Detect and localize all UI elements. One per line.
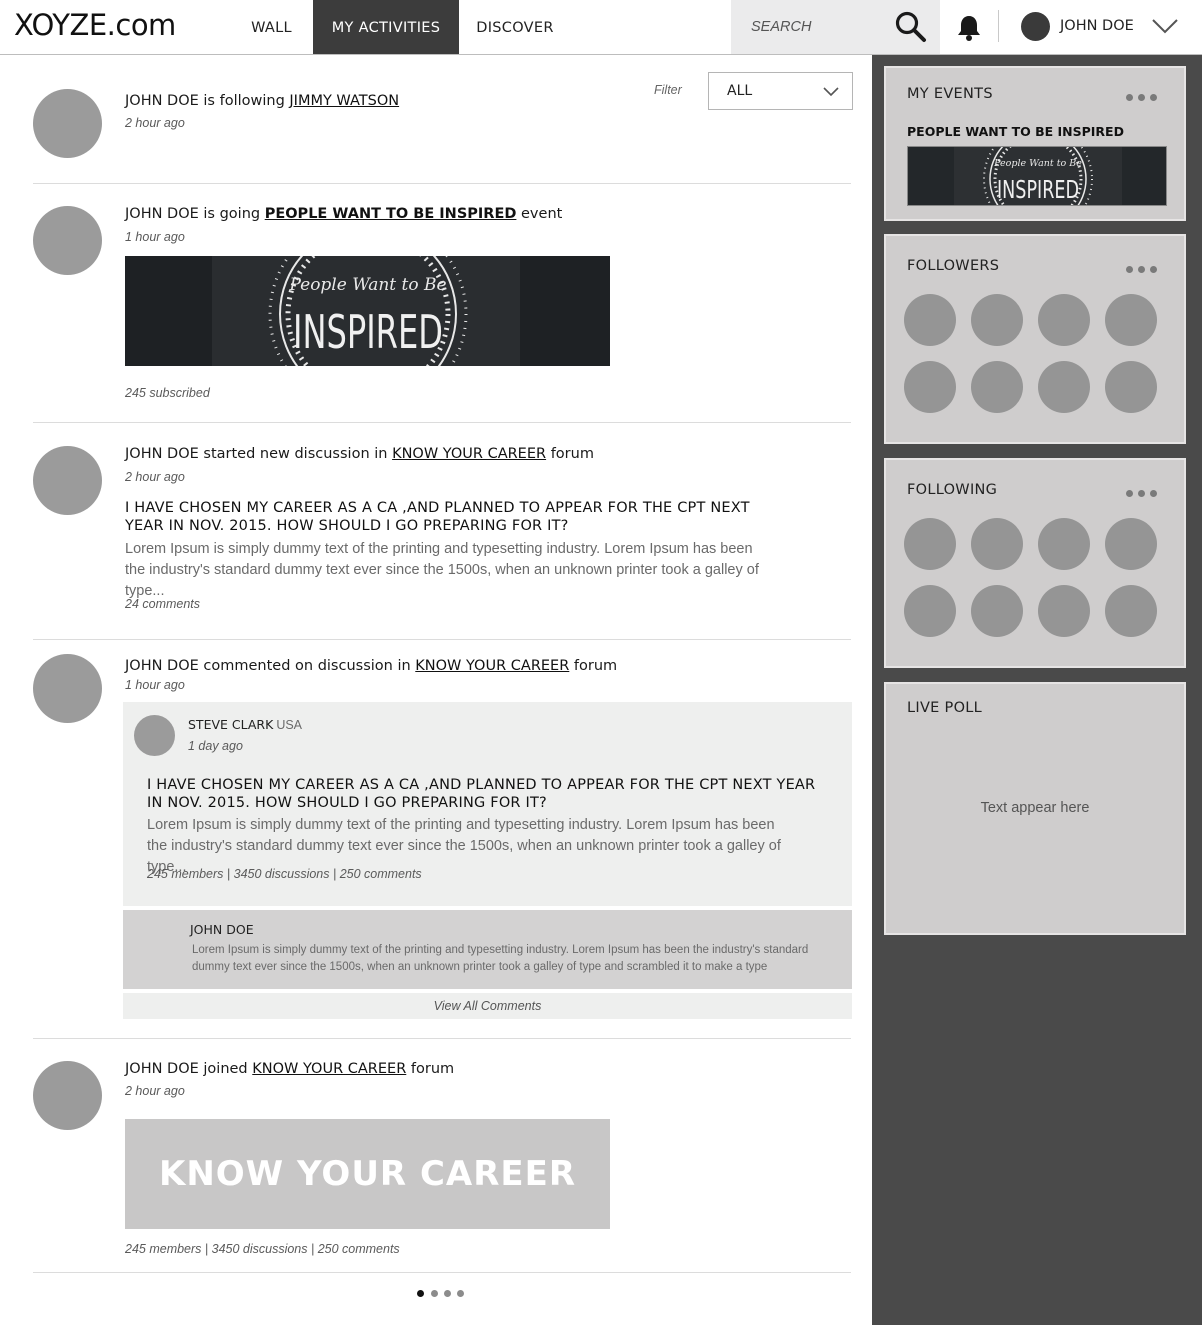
header-divider bbox=[998, 10, 999, 42]
user-avatar[interactable] bbox=[1021, 12, 1050, 41]
activity-text: JOHN DOE joined KNOW YOUR CAREER forum bbox=[125, 1061, 455, 1077]
top-navbar: XOYZE.com WALL MY ACTIVITIES DISCOVER JO… bbox=[0, 0, 1202, 55]
comment-author: STEVE CLARK USA bbox=[188, 717, 302, 732]
activity-text: JOHN DOE is following JIMMY WATSON bbox=[125, 93, 400, 109]
feed-item: JOHN DOE started new discussion in KNOW … bbox=[33, 423, 851, 640]
discussion-stats: 245 members | 3450 discussions | 250 com… bbox=[147, 867, 422, 881]
follower-avatar[interactable] bbox=[1038, 361, 1090, 413]
discussion-card: STEVE CLARK USA 1 day ago I HAVE CHOSEN M… bbox=[123, 702, 852, 906]
widget-title: FOLLOWING bbox=[907, 482, 998, 498]
pagination-dot-2[interactable] bbox=[431, 1290, 438, 1297]
activity-time: 2 hour ago bbox=[125, 470, 185, 484]
avatar[interactable] bbox=[33, 89, 102, 158]
notification-bell-icon[interactable] bbox=[956, 14, 982, 42]
more-options-icon[interactable] bbox=[1126, 260, 1162, 273]
view-all-comments-link[interactable]: View All Comments bbox=[123, 993, 852, 1019]
pagination-dot-4[interactable] bbox=[457, 1290, 464, 1297]
avatar[interactable] bbox=[134, 715, 175, 756]
more-options-icon[interactable] bbox=[1126, 484, 1162, 497]
pagination-dot-1[interactable] bbox=[417, 1290, 424, 1297]
following-avatar[interactable] bbox=[971, 585, 1023, 637]
following-avatar[interactable] bbox=[1105, 518, 1157, 570]
follower-avatar[interactable] bbox=[971, 361, 1023, 413]
event-name[interactable]: PEOPLE WANT TO BE INSPIRED bbox=[907, 124, 1124, 139]
event-banner-image[interactable]: People Want to Be INSPIRED bbox=[907, 146, 1167, 206]
activity-text: JOHN DOE commented on discussion in KNOW… bbox=[125, 658, 618, 674]
nav-tab-wall[interactable]: WALL bbox=[236, 0, 307, 54]
following-widget: FOLLOWING bbox=[884, 458, 1186, 668]
followers-widget: FOLLOWERS bbox=[884, 234, 1186, 444]
feed-item: JOHN DOE commented on discussion in KNOW… bbox=[33, 640, 852, 1039]
following-avatar[interactable] bbox=[971, 518, 1023, 570]
event-banner-image[interactable]: People Want to Be INSPIRED bbox=[125, 256, 610, 366]
forum-link[interactable]: KNOW YOUR CAREER bbox=[392, 446, 546, 462]
activity-time: 2 hour ago bbox=[125, 116, 185, 130]
subscribed-count: 245 subscribed bbox=[125, 386, 210, 400]
activity-text: JOHN DOE started new discussion in KNOW … bbox=[125, 446, 594, 462]
forum-link[interactable]: KNOW YOUR CAREER bbox=[252, 1061, 406, 1077]
search-icon[interactable] bbox=[894, 10, 928, 44]
pagination-dot-3[interactable] bbox=[444, 1290, 451, 1297]
activity-time: 1 hour ago bbox=[125, 678, 185, 692]
event-link[interactable]: PEOPLE WANT TO BE INSPIRED bbox=[265, 206, 517, 222]
forum-stats: 245 members | 3450 discussions | 250 com… bbox=[125, 1242, 400, 1256]
poll-placeholder-text: Text appear here bbox=[980, 800, 1090, 816]
discussion-title[interactable]: I HAVE CHOSEN MY CAREER AS A CA ,AND PLA… bbox=[147, 776, 817, 812]
follower-avatar[interactable] bbox=[1105, 361, 1157, 413]
reply-card: JOHN DOE Lorem Ipsum is simply dummy tex… bbox=[123, 910, 852, 989]
following-avatar[interactable] bbox=[904, 585, 956, 637]
banner-word-text: INSPIRED bbox=[293, 305, 443, 359]
following-avatar[interactable] bbox=[1105, 585, 1157, 637]
author-country: USA bbox=[276, 718, 303, 732]
inspired-badge-graphic: People Want to Be INSPIRED bbox=[954, 147, 1122, 205]
banner-script-text: People Want to Be bbox=[993, 158, 1082, 169]
follower-avatar[interactable] bbox=[904, 294, 956, 346]
forum-banner[interactable]: KNOW YOUR CAREER bbox=[125, 1119, 610, 1229]
banner-script-text: People Want to Be bbox=[288, 275, 446, 295]
nav-tab-discover[interactable]: DISCOVER bbox=[465, 0, 565, 54]
author-name[interactable]: STEVE CLARK bbox=[188, 717, 273, 732]
avatar[interactable] bbox=[33, 206, 102, 275]
live-poll-widget: LIVE POLL Text appear here bbox=[884, 682, 1186, 935]
site-logo[interactable]: XOYZE.com bbox=[14, 8, 176, 42]
my-events-widget: MY EVENTS PEOPLE WANT TO BE INSPIRED Peo… bbox=[884, 66, 1186, 221]
reply-text: Lorem Ipsum is simply dummy text of the … bbox=[192, 944, 809, 973]
activity-text: JOHN DOE is going PEOPLE WANT TO BE INSP… bbox=[125, 206, 563, 222]
follower-avatar[interactable] bbox=[904, 361, 956, 413]
search-input[interactable] bbox=[731, 0, 891, 54]
avatar[interactable] bbox=[33, 654, 102, 723]
comment-count[interactable]: 24 comments bbox=[125, 597, 200, 611]
follower-avatar[interactable] bbox=[1038, 294, 1090, 346]
widget-title: MY EVENTS bbox=[907, 86, 993, 102]
user-name[interactable]: JOHN DOE bbox=[1060, 18, 1134, 34]
discussion-title[interactable]: I HAVE CHOSEN MY CAREER AS A CA ,AND PLA… bbox=[125, 499, 785, 535]
user-link[interactable]: JIMMY WATSON bbox=[289, 93, 399, 109]
avatar[interactable] bbox=[33, 446, 102, 515]
activity-time: 2 hour ago bbox=[125, 1084, 185, 1098]
feed-item: JOHN DOE is following JIMMY WATSON 2 hou… bbox=[33, 72, 851, 184]
follower-avatar[interactable] bbox=[971, 294, 1023, 346]
feed-item: JOHN DOE joined KNOW YOUR CAREER forum 2… bbox=[33, 1039, 851, 1273]
widget-title: LIVE POLL bbox=[907, 700, 983, 716]
chevron-down-icon[interactable] bbox=[1151, 17, 1179, 35]
inspired-badge-graphic: People Want to Be INSPIRED bbox=[212, 256, 520, 366]
comment-time: 1 day ago bbox=[188, 739, 243, 753]
following-avatar[interactable] bbox=[1038, 585, 1090, 637]
feed-item: JOHN DOE is going PEOPLE WANT TO BE INSP… bbox=[33, 184, 851, 423]
following-avatar[interactable] bbox=[1038, 518, 1090, 570]
nav-tab-my-activities[interactable]: MY ACTIVITIES bbox=[313, 0, 459, 54]
discussion-excerpt: Lorem Ipsum is simply dummy text of the … bbox=[125, 541, 759, 599]
forum-banner-text: KNOW YOUR CAREER bbox=[158, 1154, 577, 1194]
widget-title: FOLLOWERS bbox=[907, 258, 1000, 274]
activity-time: 1 hour ago bbox=[125, 230, 185, 244]
follower-avatar[interactable] bbox=[1105, 294, 1157, 346]
reply-author[interactable]: JOHN DOE bbox=[190, 922, 254, 937]
forum-link[interactable]: KNOW YOUR CAREER bbox=[415, 658, 569, 674]
more-options-icon[interactable] bbox=[1126, 88, 1162, 101]
banner-word-text: INSPIRED bbox=[997, 175, 1079, 204]
avatar[interactable] bbox=[33, 1061, 102, 1130]
right-sidebar: MY EVENTS PEOPLE WANT TO BE INSPIRED Peo… bbox=[872, 55, 1202, 1325]
following-avatar[interactable] bbox=[904, 518, 956, 570]
